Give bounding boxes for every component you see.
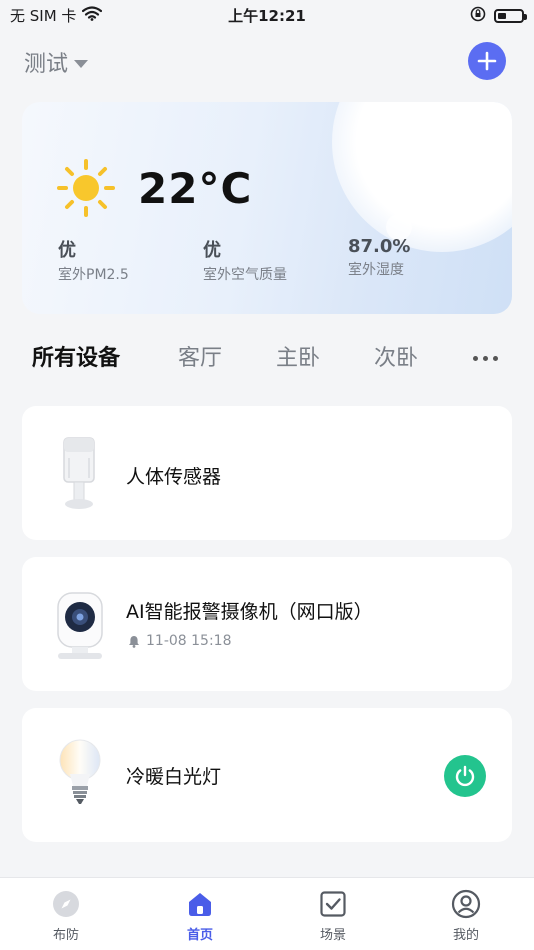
metric-value: 87.0% [348,236,411,257]
header: 测试 [24,40,510,84]
status-time: 上午12:21 [228,7,306,25]
home-selector[interactable]: 测试 [24,46,89,78]
device-name: AI智能报警摄像机（网口版） [126,601,373,623]
power-icon [455,765,475,787]
metric-value: 优 [58,240,76,261]
metric-air-quality: 优 室外空气质量 [203,236,287,284]
weather-bubble [420,200,428,208]
metric-pm25: 优 室外PM2.5 [58,236,129,284]
metric-value: 优 [203,240,221,261]
device-name: 冷暖白光灯 [126,766,222,788]
weather-card[interactable]: 22°C 优 室外PM2.5 优 室外空气质量 87.0% 室外湿度 [22,102,512,314]
orientation-lock-icon [470,6,486,26]
metric-label: 室外湿度 [348,262,404,278]
tab-living-room[interactable]: 客厅 [178,340,222,372]
dot [473,356,478,361]
metric-humidity: 87.0% 室外湿度 [348,236,410,279]
device-card-motion-sensor[interactable]: 人体传感器 [22,406,512,540]
compass-icon [50,888,82,920]
motion-sensor-icon [63,437,95,509]
power-toggle-button[interactable] [444,755,486,797]
checkbox-icon [317,888,349,920]
nav-label: 布防 [52,928,79,943]
device-last-alarm: 11-08 15:18 [128,633,231,649]
nav-arming[interactable]: 布防 [26,888,106,943]
device-card-camera[interactable]: AI智能报警摄像机（网口版） 11-08 15:18 [22,557,512,691]
nav-home[interactable]: 首页 [160,888,240,943]
tab-all-devices[interactable]: 所有设备 [32,340,120,372]
tab-second-bedroom[interactable]: 次卧 [374,340,418,372]
status-right [470,6,527,26]
device-card-light[interactable]: 冷暖白光灯 [22,708,512,842]
add-device-button[interactable] [468,42,506,80]
metric-label: 室外PM2.5 [58,267,129,283]
nav-scenes[interactable]: 场景 [293,888,373,943]
nav-profile[interactable]: 我的 [426,888,506,943]
weather-glow [332,102,512,252]
sun-icon [57,159,115,217]
bell-icon [129,635,139,648]
metric-label: 室外空气质量 [203,267,287,283]
temperature: 22°C [138,164,253,213]
more-tabs-button[interactable] [473,356,498,361]
camera-icon [57,592,103,659]
dot [483,356,488,361]
home-name: 测试 [24,52,69,77]
status-bar: 无 SIM 卡 上午12:21 [0,0,534,30]
nav-label: 我的 [452,928,479,943]
home-icon [184,888,216,920]
bulb-icon [59,739,101,804]
nav-label: 首页 [186,928,213,943]
room-tabs: 所有设备 客厅 主卧 次卧 [32,340,510,380]
plus-icon [477,51,497,71]
caret-down-icon [74,59,89,68]
tab-master-bedroom[interactable]: 主卧 [276,340,320,372]
dot [493,356,498,361]
battery-icon [494,9,527,23]
alarm-time: 11-08 15:18 [146,633,232,649]
nav-label: 场景 [319,928,346,943]
user-icon [450,888,482,920]
device-name: 人体传感器 [126,466,222,488]
bottom-nav: 布防 首页 场景 我的 [0,877,534,950]
